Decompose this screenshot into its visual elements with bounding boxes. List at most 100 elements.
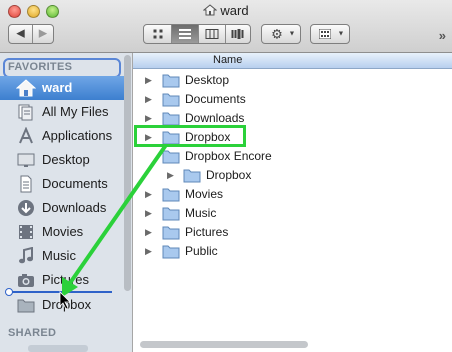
sidebar-item-all-my-files[interactable]: All My Files bbox=[0, 100, 124, 124]
column-view-icon bbox=[205, 29, 219, 39]
chevron-down-icon: ▼ bbox=[288, 30, 296, 38]
sidebar-item-label: Desktop bbox=[42, 152, 90, 167]
sidebar-item-label: ward bbox=[42, 80, 73, 95]
chevron-down-icon: ▼ bbox=[337, 30, 345, 38]
forward-button[interactable]: ▶ bbox=[32, 25, 53, 43]
nav-buttons: ◀ ▶ bbox=[8, 24, 54, 44]
list-row-pictures[interactable]: ▶ Pictures bbox=[133, 223, 452, 242]
name-column-header[interactable]: Name bbox=[133, 53, 452, 69]
back-button[interactable]: ◀ bbox=[9, 25, 32, 43]
icon-view-button[interactable] bbox=[144, 25, 171, 43]
folder-icon bbox=[162, 188, 180, 202]
sidebar-item-label: Dropbox bbox=[42, 297, 92, 312]
folder-icon bbox=[162, 245, 180, 259]
list-row-public[interactable]: ▶ Public bbox=[133, 242, 452, 261]
folder-icon bbox=[183, 169, 201, 183]
applications-icon bbox=[19, 127, 33, 144]
row-label: Pictures bbox=[185, 225, 229, 239]
column-view-button[interactable] bbox=[198, 25, 225, 43]
desktop-icon bbox=[17, 153, 35, 167]
folder-icon bbox=[162, 150, 180, 164]
horizontal-scrollbar[interactable] bbox=[140, 341, 308, 348]
sidebar-scrollbar[interactable] bbox=[124, 55, 131, 291]
list-row-dropbox-encore[interactable]: Dropbox Encore bbox=[133, 147, 452, 166]
view-switcher bbox=[143, 24, 251, 44]
arrange-icon bbox=[319, 29, 331, 39]
sidebar-item-label: Music bbox=[42, 248, 76, 263]
row-label: Movies bbox=[185, 187, 224, 201]
file-list: Name ▶ Desktop ▶ Documents ▶ Downloads ▶… bbox=[133, 53, 452, 352]
list-row-desktop[interactable]: ▶ Desktop bbox=[133, 71, 452, 90]
folder-icon bbox=[162, 207, 180, 221]
arrange-button[interactable]: ▼ bbox=[310, 24, 350, 44]
sidebar-item-music[interactable]: Music bbox=[0, 244, 124, 268]
row-label: Dropbox bbox=[206, 168, 252, 182]
disclosure-triangle-icon[interactable]: ▶ bbox=[167, 170, 174, 181]
sidebar-item-applications[interactable]: Applications bbox=[0, 124, 124, 148]
list-view-button[interactable] bbox=[171, 25, 198, 43]
disclosure-triangle-icon[interactable]: ▶ bbox=[145, 227, 152, 238]
sidebar-item-label: Documents bbox=[42, 176, 108, 191]
sidebar-item-label: All My Files bbox=[42, 104, 109, 119]
finder-window: ward ◀ ▶ ⚙ ▼ ▼ » FAVORITES ward All My F… bbox=[0, 0, 452, 352]
sidebar-item-desktop[interactable]: Desktop bbox=[0, 148, 124, 172]
shared-header: SHARED bbox=[8, 327, 57, 339]
folder-icon bbox=[162, 74, 180, 88]
coverflow-view-button[interactable] bbox=[225, 25, 250, 43]
home-icon bbox=[203, 4, 218, 16]
disclosure-triangle-icon[interactable]: ▶ bbox=[145, 246, 152, 257]
toolbar-overflow-button[interactable]: » bbox=[439, 28, 446, 43]
folder-icon bbox=[17, 299, 35, 313]
sidebar-item-label: Applications bbox=[42, 128, 113, 143]
movies-icon bbox=[19, 225, 33, 239]
sidebar-item-downloads[interactable]: Downloads bbox=[0, 196, 124, 220]
list-row-dropbox-nested[interactable]: ▶ Dropbox bbox=[133, 166, 452, 185]
list-view-icon bbox=[179, 29, 191, 39]
action-button[interactable]: ⚙ ▼ bbox=[261, 24, 301, 44]
disclosure-triangle-icon[interactable]: ▶ bbox=[145, 113, 152, 124]
folder-icon bbox=[162, 112, 180, 126]
disclosure-triangle-icon[interactable]: ▶ bbox=[145, 208, 152, 219]
music-icon bbox=[19, 247, 33, 264]
icon-view-icon bbox=[153, 29, 162, 39]
list-row-movies[interactable]: ▶ Movies bbox=[133, 185, 452, 204]
row-label: Documents bbox=[185, 92, 246, 106]
sidebar-item-movies[interactable]: Movies bbox=[0, 220, 124, 244]
sidebar-item-ward[interactable]: ward bbox=[0, 76, 124, 100]
sidebar-item-label: Pictures bbox=[42, 272, 89, 287]
downloads-icon bbox=[18, 200, 34, 216]
window-title: ward bbox=[0, 3, 452, 18]
row-label: Dropbox Encore bbox=[185, 149, 272, 163]
sidebar-item-dropbox[interactable]: Dropbox bbox=[0, 293, 124, 317]
sidebar-item-documents[interactable]: Documents bbox=[0, 172, 124, 196]
dropbox-highlight-box bbox=[134, 125, 246, 147]
row-label: Music bbox=[185, 206, 217, 220]
home-icon bbox=[16, 79, 36, 97]
list-row-documents[interactable]: ▶ Documents bbox=[133, 90, 452, 109]
row-label: Desktop bbox=[185, 73, 230, 87]
name-column-label: Name bbox=[213, 54, 243, 66]
folder-icon bbox=[162, 226, 180, 240]
all-files-icon bbox=[18, 104, 33, 121]
gear-icon: ⚙ bbox=[271, 26, 283, 42]
sidebar-item-label: Downloads bbox=[42, 200, 107, 215]
documents-icon bbox=[20, 175, 32, 193]
forward-arrow-icon: ▶ bbox=[38, 27, 48, 40]
sidebar: FAVORITES ward All My Files Applications bbox=[0, 53, 133, 352]
list-row-music[interactable]: ▶ Music bbox=[133, 204, 452, 223]
row-label: Downloads bbox=[185, 111, 245, 125]
sidebar-item-label: Movies bbox=[42, 224, 84, 239]
pictures-icon bbox=[18, 274, 34, 287]
disclosure-triangle-icon[interactable]: ▶ bbox=[145, 75, 152, 86]
toolbar: ward ◀ ▶ ⚙ ▼ ▼ » bbox=[0, 0, 452, 53]
coverflow-view-icon bbox=[231, 29, 244, 39]
row-label: Public bbox=[185, 244, 218, 258]
back-arrow-icon: ◀ bbox=[16, 27, 25, 40]
window-title-text: ward bbox=[220, 3, 249, 18]
favorites-header: FAVORITES bbox=[8, 61, 73, 73]
shared-item-partial[interactable] bbox=[28, 345, 88, 352]
folder-icon bbox=[162, 93, 180, 107]
disclosure-triangle-icon[interactable]: ▶ bbox=[145, 94, 152, 105]
sidebar-item-pictures[interactable]: Pictures bbox=[0, 268, 124, 292]
disclosure-triangle-icon[interactable]: ▶ bbox=[145, 189, 152, 200]
